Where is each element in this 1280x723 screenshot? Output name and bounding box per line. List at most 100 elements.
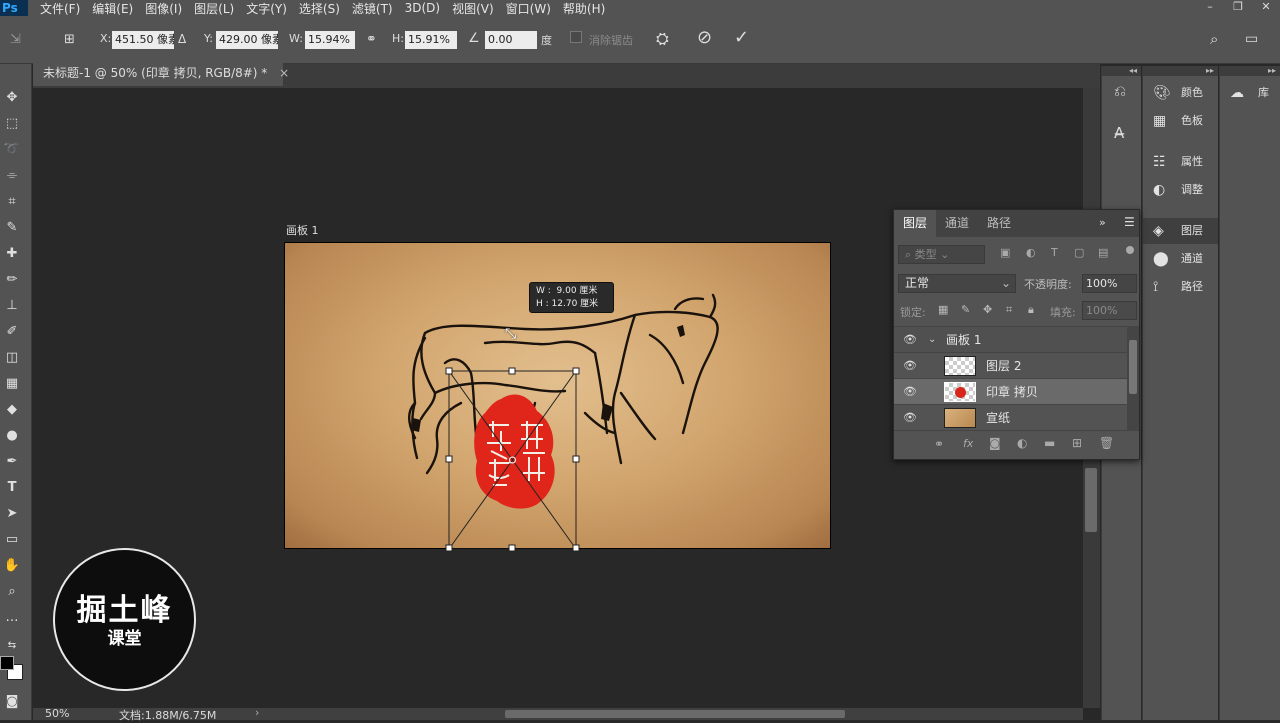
lock-position-icon[interactable]: ✥ [983,303,992,316]
document-tab-close-icon[interactable]: × [279,66,289,80]
minimize-button[interactable]: – [1196,0,1224,16]
healing-brush-tool-icon[interactable]: ✚ [2,244,22,264]
link-proportions-icon[interactable]: ⚭ [366,31,377,49]
layer-row-selected[interactable]: 👁︎ 印章 拷贝 [894,378,1127,404]
search-icon[interactable]: ⌕ [1210,30,1218,48]
h-field[interactable]: 15.91% [405,31,457,49]
panel-menu-icon[interactable]: ☰ [1124,215,1135,229]
dodge-tool-icon[interactable]: ● [2,426,22,446]
filter-shape-icon[interactable]: ▢ [1074,246,1084,259]
document-tab[interactable]: 未标题-1 @ 50% (印章 拷贝, RGB/8#) * × [33,62,289,86]
marquee-tool-icon[interactable]: ⬚ [2,114,22,134]
filter-toggle[interactable] [1126,246,1134,254]
layer-filter-select[interactable]: ⌕ 类型 ⌄ [898,245,985,264]
transform-bounding-box[interactable] [445,367,581,553]
blur-tool-icon[interactable]: ◆ [2,400,22,420]
delta-icon[interactable]: Δ [178,30,186,48]
lock-pixels-icon[interactable]: ✎ [961,303,970,316]
visibility-eye-icon[interactable]: 👁︎ [903,405,917,431]
status-menu-arrow-icon[interactable]: › [255,706,259,719]
close-window-button[interactable]: ✕ [1252,0,1280,16]
eraser-tool-icon[interactable]: ◫ [2,348,22,368]
move-tool-icon[interactable]: ✥ [2,88,22,108]
pen-tool-icon[interactable]: ✒ [2,452,22,472]
menu-view[interactable]: 视图(V) [452,0,494,17]
lock-all-icon[interactable]: 🔒︎ [1028,303,1034,317]
clone-stamp-tool-icon[interactable]: ⊥ [2,296,22,316]
restore-button[interactable]: ❐ [1224,0,1252,16]
visibility-eye-icon[interactable]: 👁︎ [903,379,917,405]
lock-transparent-icon[interactable]: ▦ [938,303,948,316]
brush-tool-icon[interactable]: ✏ [2,270,22,290]
dock-item-layers[interactable]: ◈ 图层 [1143,218,1218,244]
dock-item-libraries[interactable]: ☁ 库 [1220,80,1280,106]
reference-point-icon[interactable]: ⊞ [64,31,75,49]
commit-transform-icon[interactable]: ✓ [734,29,749,47]
antialias-checkbox[interactable] [570,31,582,43]
opacity-field[interactable]: 100% [1082,274,1137,293]
menu-file[interactable]: 文件(F) [40,0,80,17]
menu-edit[interactable]: 编辑(E) [92,0,133,17]
zoom-tool-icon[interactable]: ⌕ [2,582,22,602]
quick-mask-icon[interactable]: ◙ [2,692,22,712]
dock-item-paths[interactable]: ⟟ 路径 [1143,274,1218,300]
lock-artboard-icon[interactable]: ⌗ [1006,303,1012,317]
crop-tool-icon[interactable]: ⌗ [2,192,22,212]
workspace-icon[interactable]: ▭ [1245,30,1258,48]
filter-type-icon[interactable]: T [1051,246,1058,259]
eyedropper-tool-icon[interactable]: ✎ [2,218,22,238]
adjustment-layer-icon[interactable]: ◐ [1017,436,1027,450]
scroll-thumb[interactable] [1085,468,1097,532]
dock3-expand-icon[interactable]: ▸▸ [1220,66,1280,76]
character-icon[interactable]: A̶ [1114,124,1124,142]
horizontal-scroll-thumb[interactable] [505,710,845,718]
menu-3d[interactable]: 3D(D) [405,1,440,15]
new-layer-icon[interactable]: ⊞ [1072,436,1082,450]
hand-tool-icon[interactable]: ✋ [2,556,22,576]
layer-row[interactable]: 👁︎ 宣纸 [894,404,1127,430]
filter-smart-object-icon[interactable]: ▤ [1098,246,1108,259]
link-icon[interactable]: ⚭ [934,437,944,451]
move-tool-preset-icon[interactable]: ⇲ [10,31,21,49]
history-brush-tool-icon[interactable]: ✐ [2,322,22,342]
tab-channels[interactable]: 通道 [936,210,978,237]
lasso-tool-icon[interactable]: ➰ [2,140,22,160]
more-tools-icon[interactable]: … [2,608,22,628]
angle-field[interactable]: 0.00 [485,31,537,49]
artboard-label[interactable]: 画板 1 [286,222,319,238]
path-select-tool-icon[interactable]: ➤ [2,504,22,524]
history-icon[interactable]: ⎌ [1114,82,1126,100]
x-field[interactable]: 451.50 像素 [112,31,174,49]
menu-filter[interactable]: 滤镜(T) [352,0,393,17]
dock-item-channels[interactable]: ⬤ 通道 [1143,246,1218,272]
group-expand-chevron-icon[interactable]: ⌄ [928,327,936,353]
dock-collapse-icon[interactable]: ◂◂ [1102,66,1141,76]
fill-field[interactable]: 100% [1082,301,1137,320]
tab-paths[interactable]: 路径 [978,210,1020,237]
mask-icon[interactable]: ◙ [989,436,1001,450]
menu-window[interactable]: 窗口(W) [506,0,551,17]
layers-scrollbar[interactable] [1127,326,1139,430]
menu-type[interactable]: 文字(Y) [246,0,287,17]
shape-tool-icon[interactable]: ▭ [2,530,22,550]
menu-layer[interactable]: 图层(L) [194,0,234,17]
w-field[interactable]: 15.94% [305,31,355,49]
dock-expand-icon[interactable]: ▸▸ [1143,66,1218,76]
dock-item-adjustments[interactable]: ◐ 调整 [1143,177,1218,203]
layer-row-artboard-group[interactable]: 👁︎ ⌄ 画板 1 [894,326,1127,352]
panel-collapse-icon[interactable]: » [1099,216,1106,229]
blend-mode-select[interactable]: 正常 ⌄ [898,274,1016,293]
menu-help[interactable]: 帮助(H) [563,0,605,17]
gradient-tool-icon[interactable]: ▦ [2,374,22,394]
visibility-eye-icon[interactable]: 👁︎ [903,353,917,379]
group-icon[interactable]: ▬ [1044,436,1055,450]
layer-row[interactable]: 👁︎ 图层 2 [894,352,1127,378]
tab-layers[interactable]: 图层 [894,210,937,237]
cancel-transform-icon[interactable]: ⊘ [697,29,712,47]
swap-colors-icon[interactable]: ⇆ [2,636,22,656]
zoom-level[interactable]: 50% [45,707,69,720]
menu-image[interactable]: 图像(I) [145,0,182,17]
filter-pixel-icon[interactable]: ▣ [1000,246,1010,259]
dock-item-properties[interactable]: ☷ 属性 [1143,149,1218,175]
visibility-eye-icon[interactable]: 👁︎ [903,327,917,353]
